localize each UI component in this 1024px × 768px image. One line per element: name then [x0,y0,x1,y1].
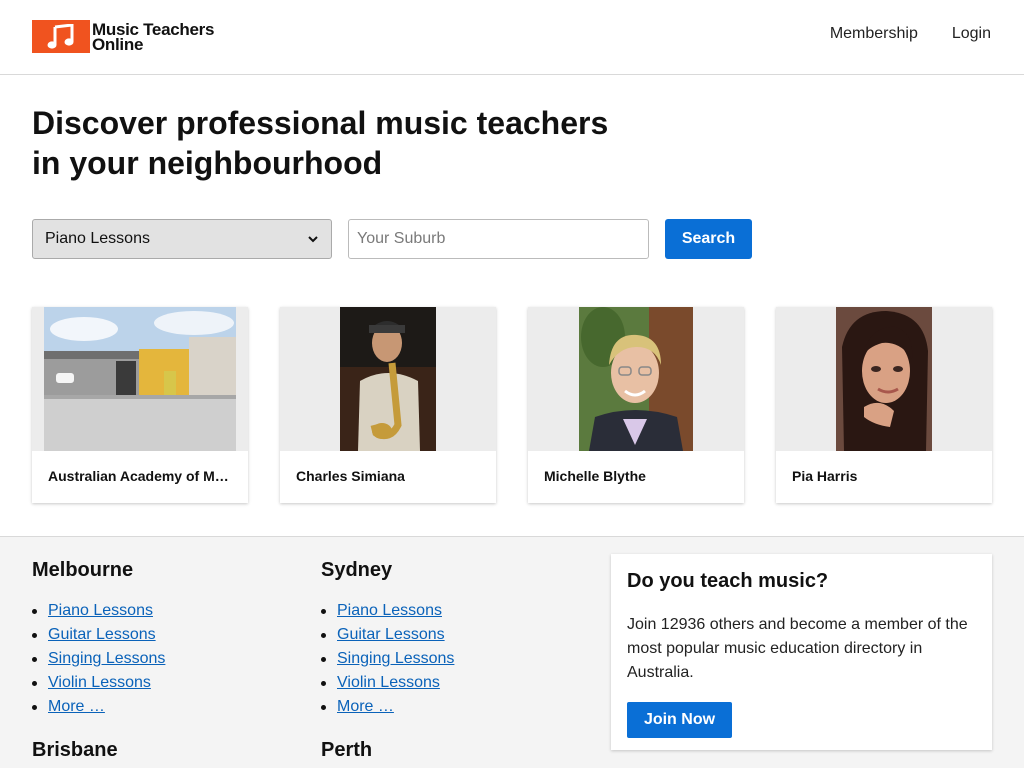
teacher-cards: Australian Academy of Music Charles Simi… [32,307,992,503]
city-more-link[interactable]: More … [337,695,394,719]
city-melbourne: Melbourne Piano Lessons Guitar Lessons S… [32,559,165,719]
chevron-down-icon [308,236,318,243]
list-item: Piano Lessons [321,599,454,623]
list-item: More … [32,695,165,719]
teacher-name: Charles Simiana [296,468,405,484]
city-more-link[interactable]: More … [48,695,105,719]
instrument-select[interactable]: Piano Lessons [32,219,332,259]
instrument-select-value: Piano Lessons [45,230,150,247]
list-item: Violin Lessons [32,671,165,695]
join-now-button[interactable]: Join Now [627,702,732,738]
site-logo[interactable]: Music Teachers Online [32,20,214,53]
saxophonist-photo [340,307,436,451]
footer-section: Melbourne Piano Lessons Guitar Lessons S… [0,536,1024,768]
bullet [32,632,37,638]
site-header: Music Teachers Online Membership Login [0,0,1024,75]
city-link[interactable]: Guitar Lessons [48,623,156,647]
teacher-name: Pia Harris [792,468,858,484]
city-link[interactable]: Singing Lessons [337,647,454,671]
city-links: Piano Lessons Guitar Lessons Singing Les… [32,599,165,719]
building-photo [44,307,236,451]
teacher-portrait-photo [836,307,932,451]
search-button[interactable]: Search [665,219,752,259]
teacher-card[interactable]: Charles Simiana [280,307,496,503]
city-heading-brisbane: Brisbane [32,739,118,761]
city-heading: Sydney [321,559,393,581]
cta-title: Do you teach music? [627,570,829,592]
bullet [321,632,326,638]
teacher-signup-panel: Do you teach music? Join 12936 others an… [611,554,992,750]
music-note-icon [32,20,90,53]
teacher-photo [776,307,992,451]
city-link[interactable]: Guitar Lessons [337,623,445,647]
list-item: Piano Lessons [32,599,165,623]
city-heading-perth: Perth [321,739,373,761]
bullet [321,704,326,710]
logo-text: Music Teachers Online [92,21,214,54]
city-link[interactable]: Singing Lessons [48,647,165,671]
city-sydney: Sydney Piano Lessons Guitar Lessons Sing… [321,559,454,719]
city-link[interactable]: Piano Lessons [337,599,442,623]
bullet [32,680,37,686]
city-link[interactable]: Piano Lessons [48,599,153,623]
teacher-portrait-photo [579,307,693,451]
nav-membership-link[interactable]: Membership [830,25,918,43]
city-heading: Melbourne [32,559,134,581]
bullet [32,656,37,662]
suburb-input[interactable] [348,219,649,259]
list-item: More … [321,695,454,719]
list-item: Singing Lessons [32,647,165,671]
teacher-photo [528,307,744,451]
list-item: Guitar Lessons [321,623,454,647]
city-link[interactable]: Violin Lessons [48,671,151,695]
page-title-line-1: Discover professional music teachers [32,105,609,141]
list-item: Violin Lessons [321,671,454,695]
bullet [321,608,326,614]
search-bar: Piano Lessons Search [32,219,752,259]
top-nav: Membership Login [830,25,991,43]
teacher-card[interactable]: Australian Academy of Music [32,307,248,503]
page-title-line-2: in your neighbourhood [32,145,383,181]
teacher-card[interactable]: Pia Harris [776,307,992,503]
logo-line-2: Online [92,34,144,54]
teacher-photo [32,307,248,451]
bullet [32,608,37,614]
bullet [32,704,37,710]
teacher-name: Michelle Blythe [544,468,646,484]
bullet [321,656,326,662]
cta-body: Join 12936 others and become a member of… [627,616,968,681]
teacher-photo [280,307,496,451]
city-links: Piano Lessons Guitar Lessons Singing Les… [321,599,454,719]
list-item: Singing Lessons [321,647,454,671]
nav-login-link[interactable]: Login [952,25,991,43]
teacher-card[interactable]: Michelle Blythe [528,307,744,503]
city-link[interactable]: Violin Lessons [337,671,440,695]
teacher-name: Australian Academy of Music [48,468,243,484]
bullet [321,680,326,686]
list-item: Guitar Lessons [32,623,165,647]
page-title: Discover professional music teachers in … [32,103,672,183]
